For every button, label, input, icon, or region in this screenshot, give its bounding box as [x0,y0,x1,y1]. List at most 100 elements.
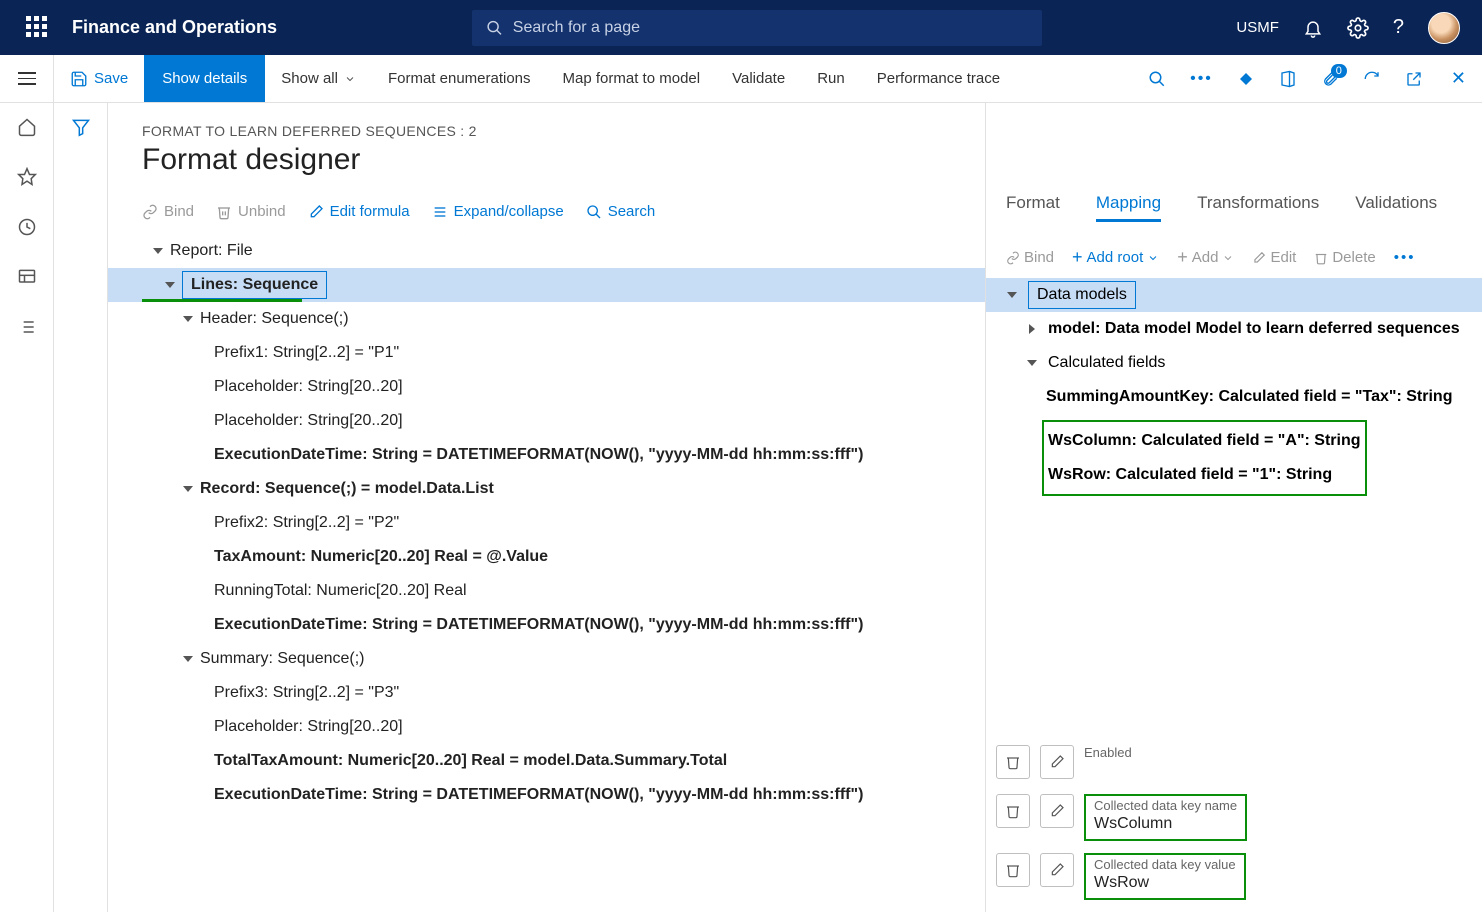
map-format-button[interactable]: Map format to model [547,55,717,102]
tree-row[interactable]: ExecutionDateTime: String = DATETIMEFORM… [142,778,961,812]
map-row[interactable]: WsRow: Calculated field = "1": String [1048,458,1361,492]
tree-row[interactable]: Prefix3: String[2..2] = "P3" [142,676,961,710]
tree-row[interactable]: Summary: Sequence(;) [142,642,961,676]
search-box[interactable] [472,10,1042,46]
command-bar: Save Show details Show all Format enumer… [0,55,1482,103]
search-input[interactable] [513,19,1028,37]
chevron-down-icon [1147,252,1159,264]
tab-format[interactable]: Format [1006,193,1060,222]
edit-prop-button[interactable] [1040,853,1074,887]
tree-row[interactable]: RunningTotal: Numeric[20..20] Real [142,574,961,608]
edit-prop-button[interactable] [1040,794,1074,828]
tree-search-button[interactable]: Search [586,203,656,220]
show-details-button[interactable]: Show details [144,55,265,102]
tree-row[interactable]: TaxAmount: Numeric[20..20] Real = @.Valu… [142,540,961,574]
attach-badge: 0 [1331,64,1347,78]
map-row[interactable]: WsColumn: Calculated field = "A": String [1048,424,1361,458]
delete-button[interactable]: Delete [1314,249,1375,266]
waffle-icon[interactable] [26,16,50,40]
edit-prop-button[interactable] [1040,745,1074,779]
tree-row[interactable]: Placeholder: String[20..20] [142,404,961,438]
app-switcher-icon[interactable] [1225,70,1267,88]
prop-label: Collected data key value [1094,857,1236,872]
save-button[interactable]: Save [54,55,144,102]
tree-row[interactable]: ExecutionDateTime: String = DATETIMEFORM… [142,608,961,642]
tree-row-selected[interactable]: Lines: Sequence [108,268,985,302]
add-button[interactable]: + Add [1177,247,1234,268]
gear-icon[interactable] [1347,17,1369,39]
tree-row[interactable]: Prefix2: String[2..2] = "P2" [142,506,961,540]
mapping-tree: Data models model: Data model Model to l… [986,278,1482,496]
workspace-icon[interactable] [17,267,37,287]
home-icon[interactable] [17,117,37,137]
tab-transformations[interactable]: Transformations [1197,193,1319,222]
save-label: Save [94,70,128,87]
star-icon[interactable] [17,167,37,187]
search-cmd-icon[interactable] [1136,70,1178,88]
map-overflow[interactable]: ••• [1394,249,1416,266]
tree-row[interactable]: Placeholder: String[20..20] [142,710,961,744]
attach-icon[interactable]: 0 [1309,70,1351,88]
bell-icon[interactable] [1303,18,1323,38]
app-title: Finance and Operations [72,17,277,38]
menu-toggle[interactable] [0,55,54,102]
recent-icon[interactable] [17,217,37,237]
format-tree: Report: File Lines: Sequence Header: Seq… [142,234,961,812]
highlight-box: Collected data key value WsRow [1084,853,1246,900]
prop-label: Collected data key name [1094,798,1237,813]
map-row[interactable]: SummingAmountKey: Calculated field = "Ta… [1006,380,1462,414]
tree-row[interactable]: TotalTaxAmount: Numeric[20..20] Real = m… [142,744,961,778]
add-root-button[interactable]: + Add root [1072,247,1159,268]
close-button[interactable]: ✕ [1435,68,1482,89]
pencil-icon [308,204,324,220]
avatar[interactable] [1428,12,1460,44]
tree-row[interactable]: Prefix1: String[2..2] = "P1" [142,336,961,370]
filter-icon[interactable] [71,117,91,912]
tab-mapping[interactable]: Mapping [1096,193,1161,222]
tree-row[interactable]: Report: File [142,234,961,268]
search-icon [586,204,602,220]
tab-validations[interactable]: Validations [1355,193,1437,222]
edit-formula-button[interactable]: Edit formula [308,203,410,220]
validate-button[interactable]: Validate [716,55,801,102]
mapping-panel: Format Mapping Transformations Validatio… [985,103,1482,912]
help-icon[interactable]: ? [1393,16,1404,39]
office-icon[interactable] [1267,70,1309,88]
prop-label: Enabled [1084,745,1132,760]
link-icon [142,204,158,220]
delete-prop-button[interactable] [996,853,1030,887]
run-button[interactable]: Run [801,55,861,102]
edit-button[interactable]: Edit [1252,249,1296,266]
tree-row[interactable]: ExecutionDateTime: String = DATETIMEFORM… [142,438,961,472]
popout-icon[interactable] [1393,70,1435,88]
trash-icon [216,204,232,220]
format-panel: FORMAT TO LEARN DEFERRED SEQUENCES : 2 F… [108,103,985,912]
trash-icon [1005,803,1021,819]
delete-prop-button[interactable] [996,794,1030,828]
property-rows: Enabled Collected data key name WsColumn [986,745,1482,912]
expand-collapse-button[interactable]: Expand/collapse [432,203,564,220]
map-row-selected[interactable]: Data models [986,278,1482,312]
save-icon [70,70,88,88]
overflow-menu[interactable]: ••• [1178,70,1225,88]
tree-row[interactable]: Header: Sequence(;) [142,302,961,336]
tree-row[interactable]: Placeholder: String[20..20] [142,370,961,404]
chevron-down-icon [1222,252,1234,264]
map-row[interactable]: Calculated fields [1006,346,1462,380]
company-label[interactable]: USMF [1236,19,1279,36]
modules-icon[interactable] [17,317,37,337]
format-enumerations-button[interactable]: Format enumerations [372,55,547,102]
bind-button[interactable]: Bind [142,203,194,220]
show-all-button[interactable]: Show all [265,55,372,102]
tree-row[interactable]: Record: Sequence(;) = model.Data.List [142,472,961,506]
refresh-icon[interactable] [1351,70,1393,88]
mapping-toolbar: Bind + Add root + Add Edit Delete ••• [986,247,1482,268]
prop-value: WsColumn [1094,815,1237,835]
map-bind-button[interactable]: Bind [1006,249,1054,266]
prop-key-value: Collected data key value WsRow [996,853,1462,900]
performance-trace-button[interactable]: Performance trace [861,55,1016,102]
unbind-button[interactable]: Unbind [216,203,286,220]
map-row[interactable]: model: Data model Model to learn deferre… [1006,312,1462,346]
search-icon [486,19,503,37]
delete-prop-button[interactable] [996,745,1030,779]
